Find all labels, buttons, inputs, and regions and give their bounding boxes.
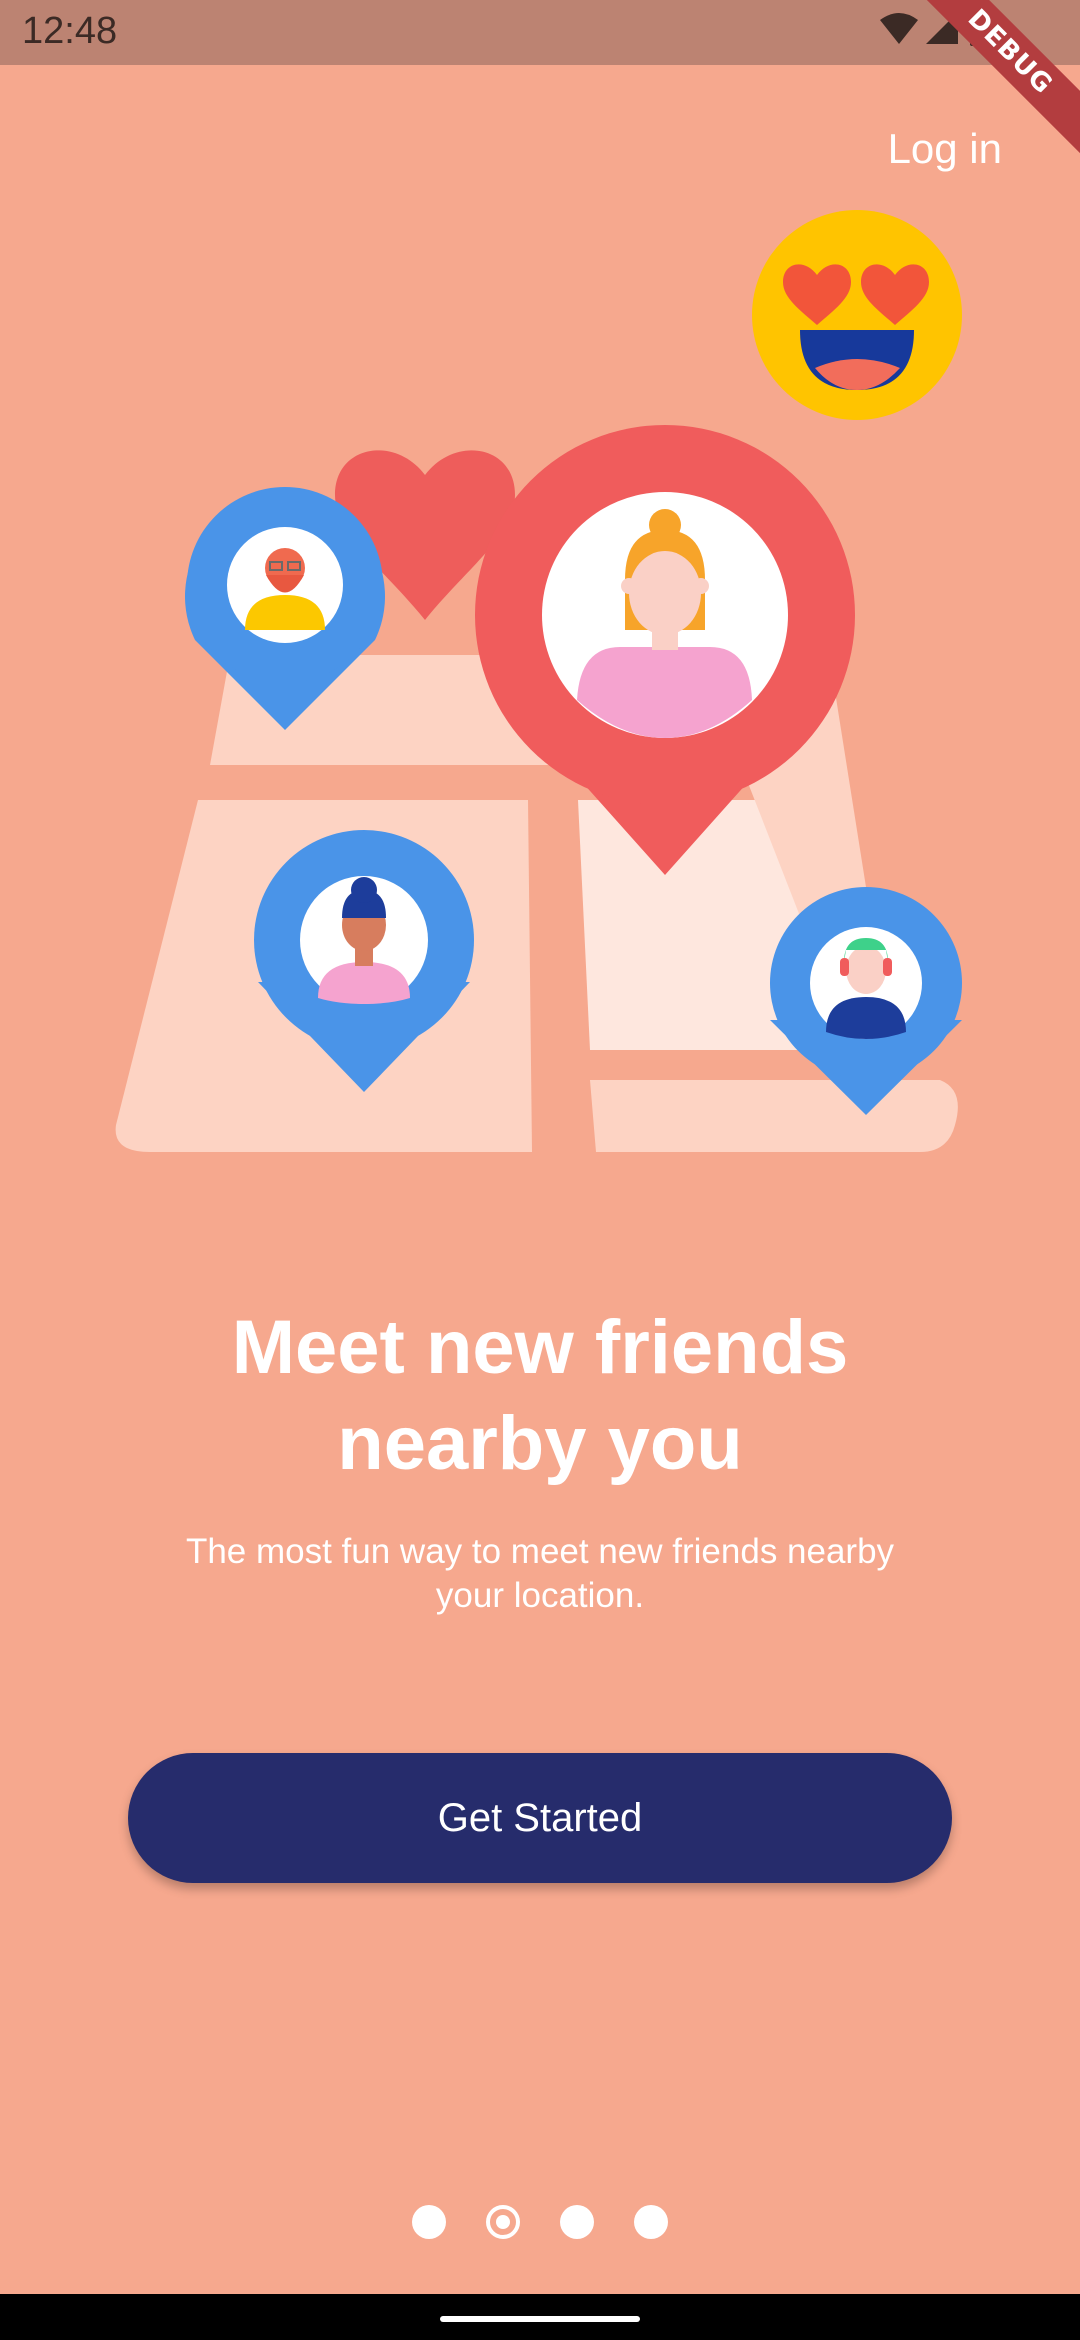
page-dot-3[interactable] [560, 2205, 594, 2239]
heart-eyes-emoji-icon [752, 210, 962, 420]
login-link[interactable]: Log in [888, 125, 1002, 173]
page-dot-1[interactable] [412, 2205, 446, 2239]
get-started-button[interactable]: Get Started [128, 1753, 952, 1883]
page-dot-4[interactable] [634, 2205, 668, 2239]
status-bar: 12:48 [0, 0, 1080, 65]
title-line-2: nearby you [337, 1401, 743, 1486]
home-indicator[interactable] [440, 2316, 640, 2322]
map-illustration [115, 210, 962, 1152]
wifi-icon [880, 13, 918, 44]
onboarding-title: Meet new friends nearby you [0, 1300, 1080, 1492]
status-time: 12:48 [22, 10, 118, 52]
page-indicator [0, 2205, 1080, 2245]
title-line-1: Meet new friends [231, 1305, 849, 1390]
onboarding-subtitle: The most fun way to meet new friends nea… [185, 1532, 895, 1615]
onboarding-screen: 12:48 DEBUG Log in Meet new friends near… [0, 0, 1080, 2340]
page-dot-2-active[interactable] [486, 2205, 520, 2239]
